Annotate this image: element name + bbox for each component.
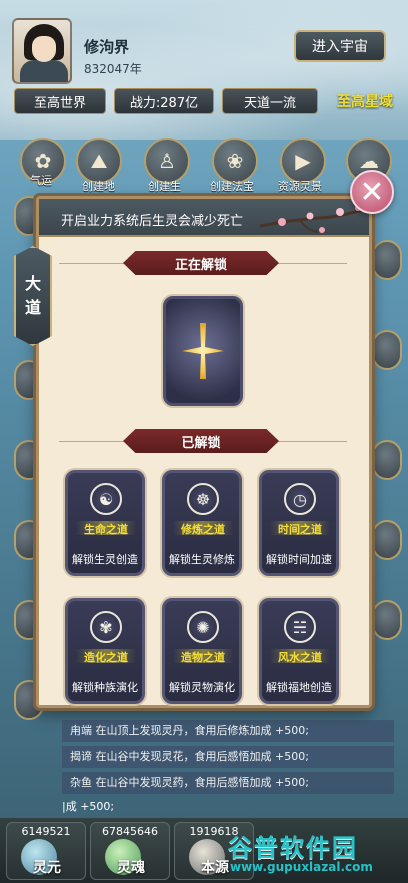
unlocking-label: 正在解锁 <box>174 257 227 273</box>
side-icon-right[interactable] <box>372 520 402 560</box>
side-icon-right[interactable] <box>372 600 402 640</box>
dao-desc: 解锁灵物演化 <box>169 681 235 694</box>
function-icon-row: ✿ 气运 ⛰ 创建地 ♙ 创建生 ❀ 创建法宝 ▶ 资源灵景 ☁ <box>0 132 408 193</box>
resource-value: 6149521 <box>21 825 71 838</box>
icon-label-1: 创建地 <box>82 180 115 193</box>
log-line: 杂鱼 在山谷中发现灵药，食用后感悟加成 +500; <box>62 772 394 794</box>
log-line: |成 +500; <box>62 800 115 813</box>
unlocking-dao-card[interactable] <box>163 296 243 406</box>
side-tab-char: 道 <box>24 298 41 317</box>
resource-value: 67845646 <box>102 825 158 838</box>
dao-card-fengshui[interactable]: ☵ 风水之道 解锁福地创造 <box>259 598 339 704</box>
dao-name: 生命之道 <box>76 521 136 536</box>
dao-card-life[interactable]: ☯ 生命之道 解锁生灵创造 <box>65 470 145 576</box>
dao-card-time[interactable]: ◷ 时间之道 解锁时间加速 <box>259 470 339 576</box>
divider <box>267 263 347 264</box>
log-line: 甪端 在山顶上发现灵丹，食用后修炼加成 +500; <box>62 720 394 742</box>
icon-label-qiyun: 气运 <box>30 174 52 187</box>
power-tag: 战力:287亿 <box>114 88 214 114</box>
icon-label-3: 创建法宝 <box>210 180 254 193</box>
dao-card-cultivation[interactable]: ☸ 修炼之道 解锁生灵修炼 <box>162 470 242 576</box>
dao-card-artifact[interactable]: ✺ 造物之道 解锁灵物演化 <box>162 598 242 704</box>
dao-side-tab[interactable]: 大 道 <box>14 246 52 346</box>
resource-label: 灵魂 <box>117 860 145 876</box>
dao-name: 风水之道 <box>270 649 330 664</box>
player-years: 832047年 <box>84 62 142 76</box>
resource-linghun[interactable]: 67845646 灵魂 <box>90 822 170 880</box>
dao-desc: 解锁时间加速 <box>266 553 332 566</box>
watermark-text: 谷普软件园 <box>228 834 358 862</box>
dao-rank-tag[interactable]: 天道一流 <box>222 88 318 114</box>
dao-name: 造物之道 <box>173 649 233 664</box>
divider <box>267 441 347 442</box>
resource-lingyuan[interactable]: 6149521 灵元 <box>6 822 86 880</box>
fengshui-emblem-icon: ☵ <box>284 611 316 643</box>
watermark: 谷普软件园 www.gupuxlazal.com <box>222 828 408 878</box>
cultivation-emblem-icon: ☸ <box>187 483 219 515</box>
watermark-url: www.gupuxlazal.com <box>230 860 373 874</box>
creation-emblem-icon: ✾ <box>90 611 122 643</box>
unlocking-banner: 正在解锁 <box>123 251 279 275</box>
artifact-emblem-icon: ✺ <box>187 611 219 643</box>
dao-desc: 解锁福地创造 <box>266 681 332 694</box>
time-emblem-icon: ◷ <box>284 483 316 515</box>
modal-title: 开启业力系统后生灵会减少死亡 <box>61 214 244 229</box>
avatar[interactable] <box>12 18 72 84</box>
dao-desc: 解锁生灵创造 <box>72 553 138 566</box>
dao-name: 造化之道 <box>76 649 136 664</box>
side-icon-right[interactable] <box>372 330 402 370</box>
player-name: 修泃界 <box>84 38 130 56</box>
dao-desc: 解锁种族演化 <box>72 681 138 694</box>
side-tab-char: 大 <box>24 274 41 293</box>
dao-card-creation[interactable]: ✾ 造化之道 解锁种族演化 <box>65 598 145 704</box>
unlocked-banner: 已解锁 <box>123 429 279 453</box>
icon-label-2: 创建生 <box>148 180 181 193</box>
dao-desc: 解锁生灵修炼 <box>169 553 235 566</box>
resource-label: 灵元 <box>33 860 61 876</box>
life-emblem-icon: ☯ <box>90 483 122 515</box>
unlocked-label: 已解锁 <box>181 435 221 451</box>
star-domain-tag[interactable]: 至高星域 <box>326 88 404 114</box>
golden-cross-icon <box>182 323 224 379</box>
close-button[interactable]: ✕ <box>350 170 394 214</box>
world-tag[interactable]: 至高世界 <box>14 88 106 114</box>
dao-name: 修炼之道 <box>173 521 233 536</box>
icon-label-4: 资源灵景 <box>278 180 322 193</box>
side-icon-right[interactable] <box>372 240 402 280</box>
side-icon-right[interactable] <box>372 440 402 480</box>
log-line: 揭谛 在山谷中发现灵花，食用后感悟加成 +500; <box>62 746 394 768</box>
dao-name: 时间之道 <box>270 521 330 536</box>
enter-universe-button[interactable]: 进入宇宙 <box>294 30 386 62</box>
